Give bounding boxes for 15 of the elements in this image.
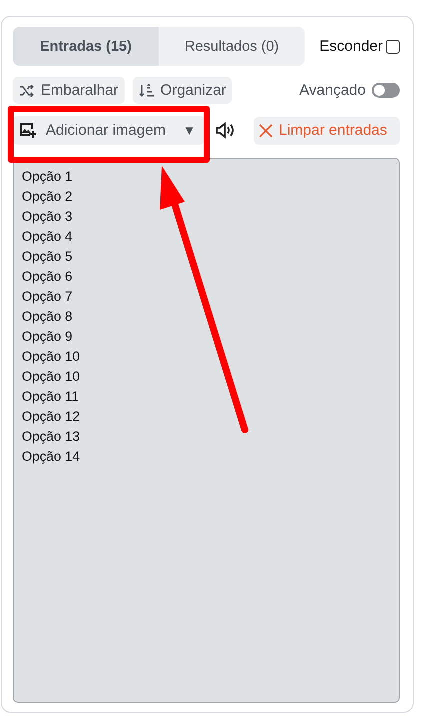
sort-button[interactable]: Organizar [132,77,232,104]
hide-checkbox[interactable] [386,40,400,54]
hide-label: Esconder [320,38,383,55]
speaker-icon[interactable] [215,122,235,139]
tab[interactable]: Entradas (15) [13,27,159,66]
entries-textarea[interactable]: Opção 1 Opção 2 Opção 3 Opção 4 Opção 5 Opção 6 Opção 7 Opção 8 Opção 9 Opção 10 Opção 10 Opção 11 Opção 12 Opção 13 Opção 14 [13,158,400,703]
image-add-icon [19,122,37,139]
close-icon [259,124,273,138]
advanced-toggle[interactable] [372,83,400,98]
shuffle-button[interactable]: Embaralhar [13,77,125,104]
shuffle-icon [19,84,35,96]
tab[interactable]: Resultados (0) [159,27,305,66]
sort-icon [138,84,155,98]
add-image-button[interactable]: Adicionar imagem ▼ [13,116,205,145]
advanced-label: Avançado [300,82,366,99]
